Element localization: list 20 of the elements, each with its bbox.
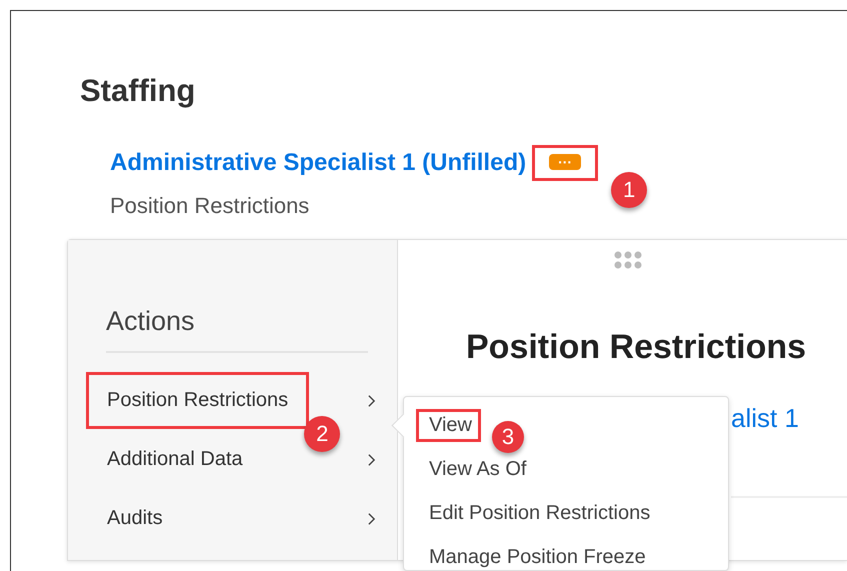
submenu-item[interactable]: View (429, 414, 472, 436)
chevron-right-icon (367, 452, 376, 466)
position-link[interactable]: Administrative Specialist 1 (Unfilled) (110, 149, 526, 177)
submenu-item[interactable]: Manage Position Freeze (429, 546, 646, 568)
chevron-right-icon (367, 512, 376, 526)
action-item[interactable]: Position Restrictions (107, 389, 288, 411)
step-badge: 2 (304, 416, 340, 452)
content-link[interactable]: alist 1 (731, 403, 847, 434)
step-badge: 1 (611, 172, 648, 208)
action-item[interactable]: Audits (107, 507, 163, 529)
actions-title: Actions (106, 306, 368, 353)
page-title: Staffing (79, 72, 196, 109)
drag-handle-icon[interactable] (613, 250, 643, 270)
submenu-item[interactable]: View As Of (429, 458, 526, 480)
step-badge: 3 (492, 420, 524, 452)
submenu-item[interactable]: Edit Position Restrictions (429, 502, 650, 524)
position-subtitle: Position Restrictions (110, 193, 310, 219)
chevron-right-icon (367, 394, 376, 408)
action-item[interactable]: Additional Data (107, 448, 243, 470)
content-title: Position Restrictions (466, 328, 808, 367)
